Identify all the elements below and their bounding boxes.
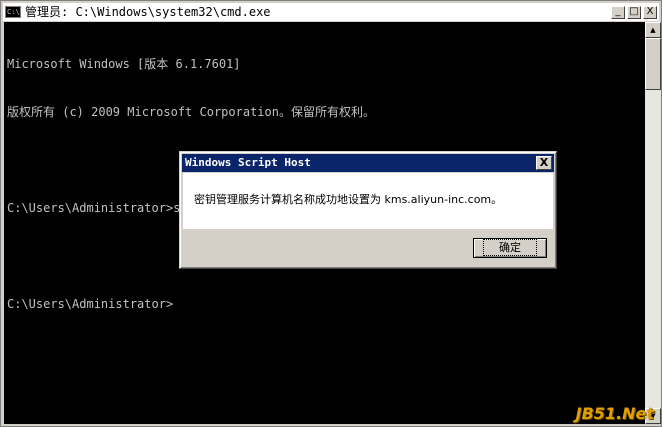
window-titlebar[interactable]: 管理员: C:\Windows\system32\cmd.exe _ □ X [3,3,659,21]
close-button[interactable]: X [643,5,657,19]
script-host-dialog: Windows Script Host X 密钥管理服务计算机名称成功地设置为 … [179,151,557,269]
console-line: C:\Users\Administrator> [7,297,174,311]
maximize-button[interactable]: □ [627,5,641,19]
console-line: 版权所有 (c) 2009 Microsoft Corporation。保留所有… [7,105,375,119]
cmd-app-icon[interactable] [5,3,21,21]
dialog-title: Windows Script Host [185,156,311,169]
scroll-thumb[interactable] [645,38,661,90]
ok-button-label: 确定 [483,239,537,256]
vertical-scrollbar[interactable]: ▲ ▼ [645,22,661,424]
dialog-titlebar[interactable]: Windows Script Host X [182,154,554,172]
scroll-up-arrow-icon[interactable]: ▲ [645,22,661,38]
dialog-close-button[interactable]: X [536,156,552,170]
window-title: 管理员: C:\Windows\system32\cmd.exe [25,5,271,19]
dialog-body: 密钥管理服务计算机名称成功地设置为 kms.aliyun-inc.com。 [183,173,553,229]
site-watermark-logo: JB51.Net [575,404,654,423]
minimize-button[interactable]: _ [611,5,625,19]
console-line: Microsoft Windows [版本 6.1.7601] [7,57,241,71]
dialog-message: 密钥管理服务计算机名称成功地设置为 kms.aliyun-inc.com。 [194,193,503,206]
ok-button[interactable]: 确定 [473,238,547,258]
